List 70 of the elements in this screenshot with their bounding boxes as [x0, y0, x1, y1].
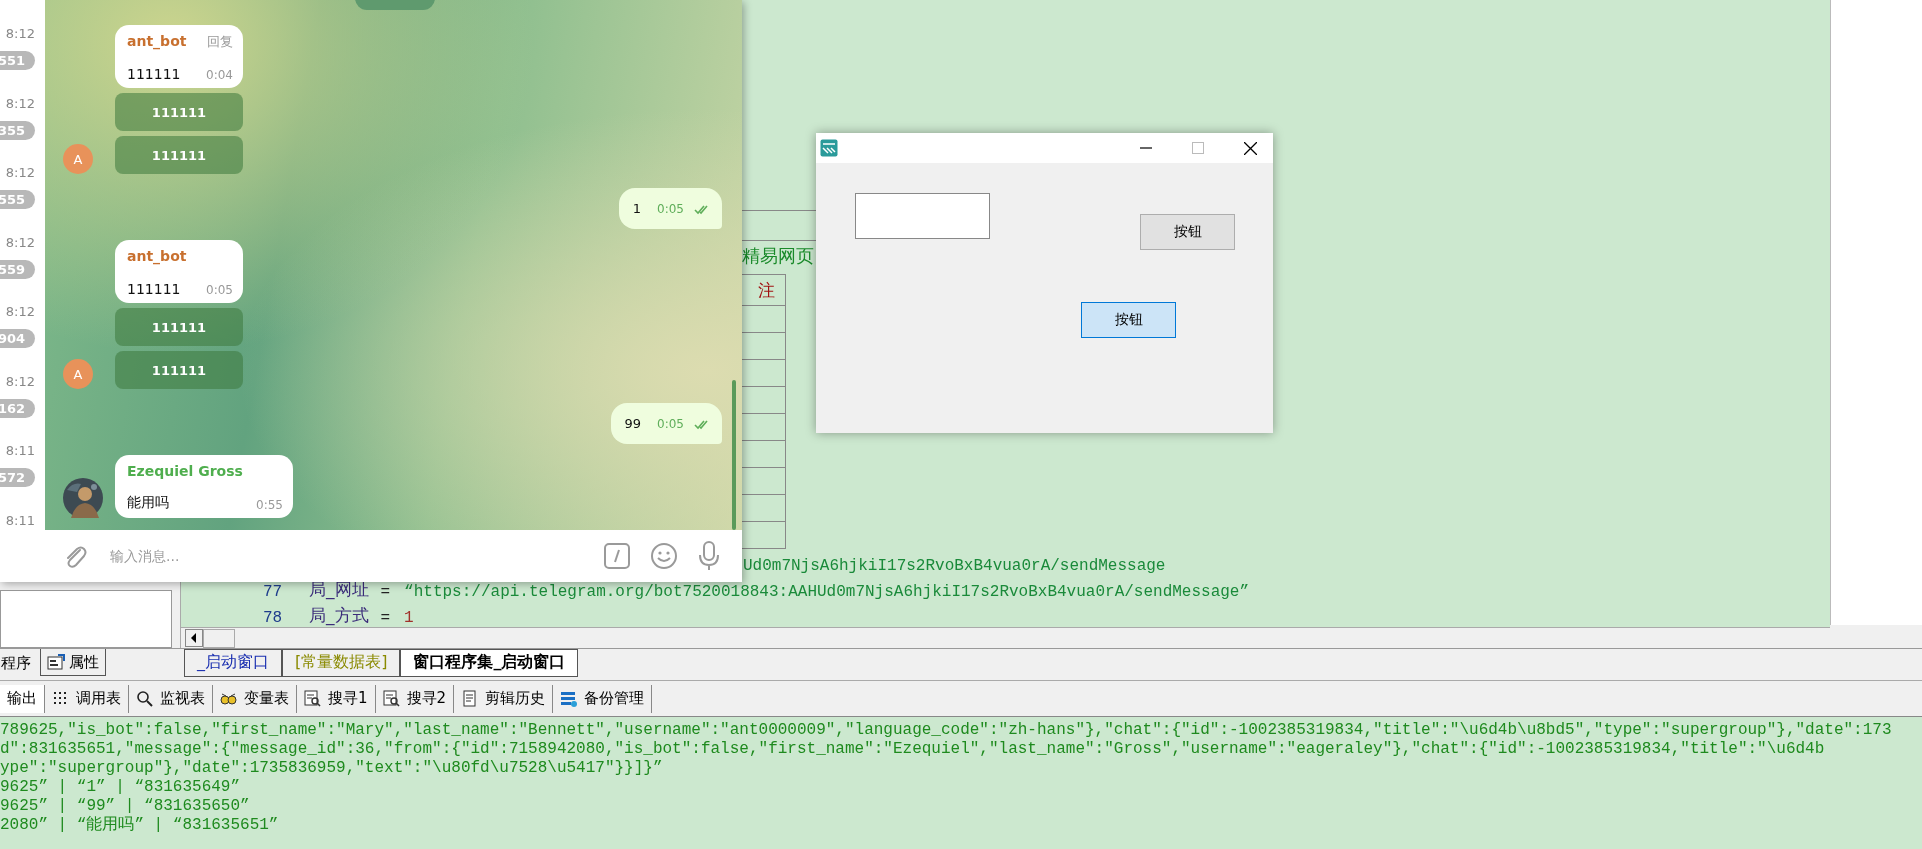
editor-tab[interactable]: 窗口程序集_启动窗口 — [400, 650, 579, 677]
message-text: 111111 — [127, 66, 181, 82]
form-button[interactable]: 按钮 — [1081, 302, 1176, 338]
text-field[interactable] — [855, 193, 990, 239]
output-tab[interactable]: 输出 — [0, 684, 45, 713]
output-line: d":831635651,"message":{"message_id":36,"from":{"id":7158942080,"is_bot":false,"first_name":"Ezequiel","last_name":"Gross","username":"eageraley"},"chat":{"id":-1002385319834,"title":"\u6d4b — [0, 740, 1826, 759]
command-icon[interactable] — [604, 543, 630, 569]
message-time: 0:55 — [256, 498, 283, 512]
message-time: 0:04 — [206, 68, 233, 82]
table-header: 注 — [758, 278, 775, 302]
tab-icon — [304, 689, 322, 708]
chat-time: 8:12 — [5, 304, 36, 319]
app-icon — [820, 139, 838, 157]
chat-time: 8:12 — [5, 234, 36, 250]
operator: = — [380, 609, 391, 627]
sender-name: Ezequiel Gross — [127, 463, 243, 479]
scroll-thumb[interactable] — [203, 628, 235, 648]
output-tab[interactable]: 剪辑历史 — [454, 684, 554, 713]
grid-label: 精易网页 — [742, 243, 814, 268]
message-text: 99 — [624, 416, 642, 431]
variable-name: 局_网址 — [309, 578, 369, 601]
operator: = — [380, 583, 391, 601]
output-tab[interactable]: 调用表 — [45, 684, 129, 713]
message-time: 0:05 — [657, 416, 684, 431]
line-number: 78 — [263, 609, 284, 627]
tab-icon — [382, 689, 401, 708]
output-tab[interactable]: 变量表 — [213, 684, 297, 713]
chat-time: 8:11 — [5, 443, 36, 458]
output-tab[interactable]: 备份管理 — [553, 684, 653, 713]
chat-time: 8:12 — [5, 165, 36, 180]
scrollbar[interactable] — [732, 380, 736, 530]
code-text: Ud0m7NjsA6hjkiI17s2RvoBxB4vua0rA/sendMessage — [743, 557, 1166, 575]
close-icon[interactable] — [1244, 141, 1257, 155]
output-tab[interactable]: 监视表 — [129, 684, 213, 713]
panel-tab[interactable]: 属性 — [40, 649, 106, 676]
chat-time: 8:11 — [5, 512, 36, 528]
output-line: 2080” | “能用吗” | “831635651” — [0, 816, 280, 835]
unread-badge: 162 — [0, 398, 36, 418]
message-time: 0:05 — [206, 283, 233, 297]
output-tab[interactable]: 搜寻2 — [375, 684, 455, 713]
message-time: 0:05 — [657, 201, 684, 216]
scroll-left-icon[interactable] — [185, 629, 203, 647]
line-number: 77 — [263, 583, 284, 601]
form-button[interactable]: 按钮 — [1140, 214, 1235, 250]
output-line: 9625” | “1” | “831635649” — [0, 778, 242, 797]
microphone-icon[interactable] — [698, 541, 720, 571]
tab-icon — [560, 689, 579, 708]
tab-icon — [136, 689, 154, 708]
chat-time: 8:12 — [5, 373, 36, 389]
output-line: 9625” | “99” | “831635650” — [0, 797, 251, 816]
output-line: 789625,"is_bot":false,"first_name":"Mary","last_name":"Bennett","username":"ant0000009","language_code":"zh-hans"},"chat":{"id":-1002385319834,"title":"\u6d4b\u8bd5","type":"supergroup"},"date":173 — [0, 721, 1893, 740]
variable-name: 局_方式 — [309, 604, 369, 627]
maximize-icon[interactable] — [1192, 142, 1204, 154]
chat-time: 8:12 — [5, 95, 36, 111]
horizontal-scrollbar[interactable] — [181, 627, 1830, 648]
message-text: 1 — [632, 201, 642, 216]
sender-name: ant_bot — [127, 33, 187, 51]
message-text: 能用吗 — [127, 494, 169, 512]
code-value: 1 — [404, 609, 414, 627]
emoji-icon[interactable] — [650, 542, 678, 570]
output-line: ype":"supergroup"},"date":1735836959,"text":"\u80fd\u7528\u5417"}}]}” — [0, 759, 664, 778]
chat-time: 8:12 — [5, 26, 36, 41]
output-tab[interactable]: 搜寻1 — [297, 684, 376, 713]
code-value: “https://api.telegram.org/bot7520018843:AAHUd0m7NjsA6hjkiI17s2RvoBxB4vua0rA/sendMessage” — [404, 583, 1250, 601]
message-text: 111111 — [127, 281, 181, 297]
inline-button[interactable]: 111111 — [115, 351, 243, 389]
editor-tab[interactable]: _启动窗口 — [184, 650, 282, 677]
properties-icon — [47, 654, 65, 670]
inline-button[interactable]: 111111 — [115, 308, 243, 346]
sender-name: ant_bot — [127, 248, 187, 264]
